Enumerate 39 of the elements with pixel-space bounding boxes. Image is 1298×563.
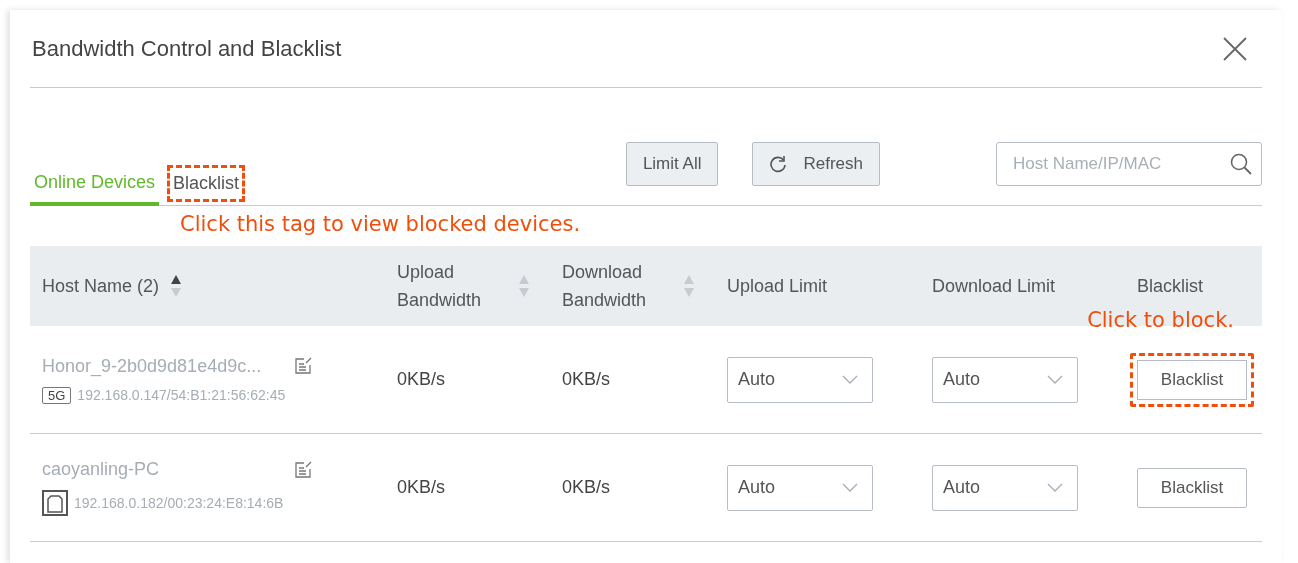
blacklist-button[interactable]: Blacklist xyxy=(1130,352,1254,407)
column-header: Upload Bandwidth xyxy=(397,261,483,312)
upload-limit-select[interactable]: Auto xyxy=(727,356,873,403)
table-cell-text: 0KB/s xyxy=(561,369,612,390)
chevron-down-icon xyxy=(1047,375,1063,384)
close-icon[interactable] xyxy=(1222,35,1248,62)
table-cell-text: 0KB/s xyxy=(396,477,447,498)
blacklist-button[interactable]: Blacklist xyxy=(1137,467,1247,508)
search-icon[interactable] xyxy=(1230,153,1252,175)
column-header: Upload Limit xyxy=(727,275,828,298)
edit-icon[interactable] xyxy=(294,460,312,479)
edit-icon[interactable] xyxy=(294,357,312,375)
device-address: 192.168.0.182/00:23:24:E8:14:6B xyxy=(74,495,284,511)
column-header: Blacklist xyxy=(1137,275,1203,298)
chevron-down-icon xyxy=(842,375,858,384)
table-cell-text: 0KB/s xyxy=(561,477,612,498)
column-header: Host Name (2) xyxy=(42,275,160,298)
dialog-title: Bandwidth Control and Blacklist xyxy=(31,35,342,62)
chevron-down-icon xyxy=(842,483,858,492)
upload-limit-select[interactable]: Auto xyxy=(727,464,873,511)
annotation-text: Click this tag to view blocked devices. xyxy=(180,212,582,238)
column-header: Download Bandwidth xyxy=(562,261,648,312)
tab[interactable]: Blacklist xyxy=(169,167,244,200)
wired-device-icon xyxy=(42,490,68,516)
host-name: Honor_9-2b0d9d81e4d9c... xyxy=(42,355,262,377)
band-badge: 5G xyxy=(42,386,72,404)
download-limit-select[interactable]: Auto xyxy=(932,464,1078,511)
column-header: Download Limit xyxy=(932,275,1056,298)
limit-all-button[interactable]: Limit All xyxy=(625,142,719,186)
annotation-text: Click to block. xyxy=(1087,307,1234,332)
refresh-button[interactable]: Refresh xyxy=(752,142,880,186)
host-name: caoyanling-PC xyxy=(42,459,160,480)
search-field[interactable]: Host Name/IP/MAC xyxy=(996,142,1262,186)
chevron-down-icon xyxy=(1047,483,1063,492)
refresh-icon xyxy=(769,155,788,173)
sort-icon[interactable] xyxy=(171,273,182,299)
table-cell-text: 0KB/s xyxy=(396,369,447,390)
device-address: 192.168.0.147/54:B1:21:56:62:45 xyxy=(77,387,286,403)
download-limit-select[interactable]: Auto xyxy=(932,356,1078,403)
